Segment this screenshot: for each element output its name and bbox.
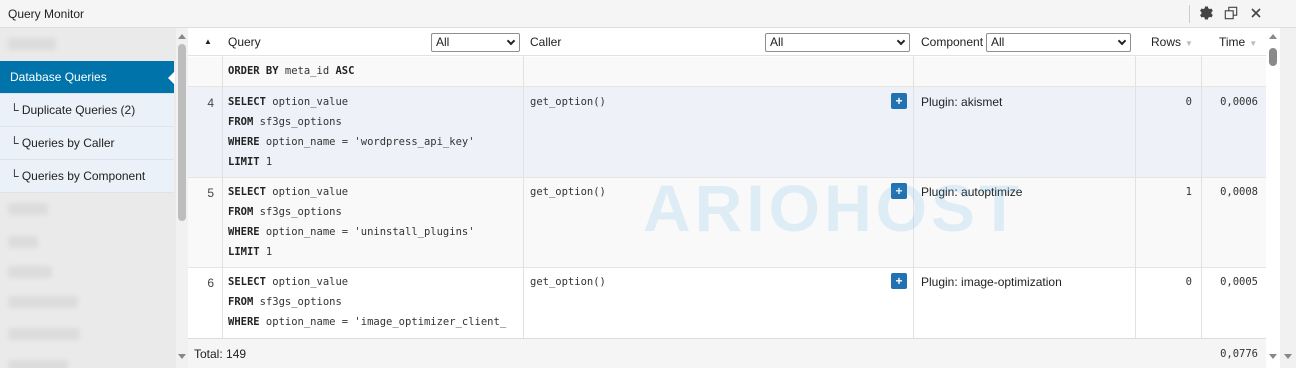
expand-button[interactable]: + [891, 183, 907, 199]
sidebar-item-database-queries[interactable]: Database Queries [0, 61, 175, 94]
query-line: WHERE option_name = 'uninstall_plugins' [228, 226, 475, 238]
query-line: WHERE option_name = 'wordpress_api_key' [228, 136, 475, 148]
component-value: Plugin: akismet [921, 95, 1003, 109]
rows-header[interactable]: Rows ▼ [1151, 28, 1193, 56]
caller-value[interactable]: get_option() [530, 276, 606, 288]
rows-value: 0 [1185, 96, 1192, 108]
query-line: ORDER BY meta_id ASC [228, 65, 355, 77]
chevron-down-icon [1117, 36, 1127, 46]
time-header-label: Time [1219, 35, 1246, 49]
sort-icon: ▼ [1249, 39, 1258, 48]
queries-table: ▲ Query All Caller All Component All Row… [188, 28, 1266, 368]
row-number: 4 [207, 96, 214, 110]
query-line: SELECT option_value [228, 186, 349, 198]
query-line: FROM sf3gs_options [228, 206, 342, 218]
table-row[interactable]: 4 SELECT option_value FROM sf3gs_options… [188, 87, 1266, 178]
component-filter-select[interactable]: All [986, 33, 1131, 52]
toolbar-divider [1189, 5, 1190, 23]
gear-icon[interactable] [1197, 4, 1215, 22]
window-edge [1280, 28, 1296, 368]
query-line: FROM sf3gs_options [228, 296, 342, 308]
scroll-down-icon[interactable] [178, 354, 186, 359]
table-row[interactable]: 5 SELECT option_value FROM sf3gs_options… [188, 178, 1266, 268]
sidebar-nav: Database Queries └ Duplicate Queries (2)… [0, 28, 176, 368]
expand-button[interactable]: + [891, 93, 907, 109]
query-line: SELECT option_value [228, 276, 349, 288]
query-filter-value: All [436, 35, 450, 49]
query-line: LIMIT 1 [228, 156, 273, 168]
query-line: SELECT option_value [228, 96, 349, 108]
expand-button[interactable]: + [891, 273, 907, 289]
caller-filter-select[interactable]: All [765, 33, 910, 52]
rows-header-label: Rows [1151, 35, 1182, 49]
scroll-down-icon[interactable] [1269, 354, 1277, 359]
component-filter-value: All [991, 35, 1005, 49]
sort-icon: ▼ [1185, 39, 1193, 48]
title-bar: Query Monitor [0, 0, 1296, 28]
component-header: Component [921, 35, 984, 49]
time-value: 0,0006 [1220, 96, 1258, 108]
chevron-down-icon [506, 36, 516, 46]
query-line: WHERE option_name = 'image_optimizer_cli… [228, 316, 507, 328]
query-line: LIMIT 1 [228, 246, 273, 258]
rows-value: 1 [1185, 186, 1192, 198]
caller-filter-value: All [770, 35, 784, 49]
query-filter-select[interactable]: All [431, 33, 520, 52]
table-scrollbar[interactable] [1266, 28, 1280, 368]
row-number: 6 [207, 276, 214, 290]
total-count: Total: 149 [194, 347, 247, 361]
blurred-item [8, 38, 56, 50]
row-number: 5 [207, 186, 214, 200]
caller-header: Caller [530, 35, 562, 49]
component-value: Plugin: autoptimize [921, 185, 1023, 199]
table-row: ORDER BY meta_id ASC [188, 57, 1266, 87]
sidebar-item-queries-by-component[interactable]: └ Queries by Component [0, 160, 174, 193]
total-time: 0,0776 [1220, 348, 1258, 360]
table-header: ▲ Query All Caller All Component All Row… [188, 28, 1266, 56]
chevron-down-icon [896, 36, 906, 46]
caller-value[interactable]: get_option() [530, 96, 606, 108]
blurred-item [8, 236, 38, 248]
blurred-item [8, 203, 48, 215]
time-value: 0,0005 [1220, 276, 1258, 288]
table-scroll-thumb[interactable] [1269, 48, 1277, 66]
sidebar-item-queries-by-caller[interactable]: └ Queries by Caller [0, 127, 174, 160]
component-value: Plugin: image-optimization [921, 275, 1062, 289]
scroll-up-icon[interactable] [1269, 34, 1277, 39]
time-value: 0,0008 [1220, 186, 1258, 198]
blurred-item [8, 266, 52, 278]
query-header: Query [228, 35, 261, 49]
window-title: Query Monitor [8, 7, 85, 21]
sort-asc-icon[interactable]: ▲ [204, 28, 212, 56]
table-footer: Total: 149 0,0776 [188, 338, 1266, 368]
popout-icon[interactable] [1222, 4, 1240, 22]
blurred-item [8, 296, 78, 308]
sidebar-item-duplicate-queries[interactable]: └ Duplicate Queries (2) [0, 94, 174, 127]
rows-value: 0 [1185, 276, 1192, 288]
scroll-down-icon[interactable] [1284, 354, 1292, 359]
sidebar-scroll-thumb[interactable] [178, 44, 186, 221]
blurred-item [8, 360, 68, 368]
close-icon[interactable] [1247, 4, 1265, 22]
scroll-up-icon[interactable] [178, 34, 186, 39]
time-header[interactable]: Time ▼ [1219, 28, 1257, 56]
query-line: FROM sf3gs_options [228, 116, 342, 128]
caller-value[interactable]: get_option() [530, 186, 606, 198]
blurred-item [8, 328, 80, 340]
